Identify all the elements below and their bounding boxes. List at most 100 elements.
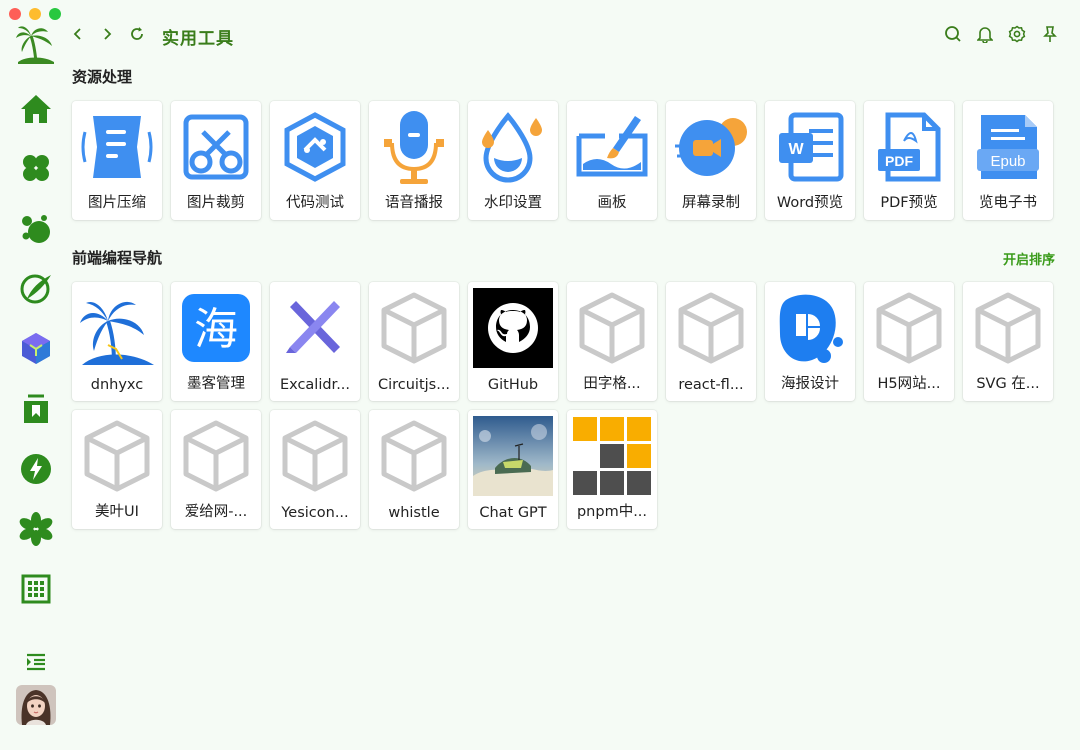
word-doc-icon: W	[770, 107, 850, 187]
tool-label: 览电子书	[979, 195, 1037, 211]
tool-label: 图片压缩	[88, 195, 146, 211]
box-placeholder-icon	[77, 416, 157, 496]
box-placeholder-icon	[671, 288, 751, 368]
link-label: 爱给网-...	[184, 504, 248, 520]
svg-text:PDF: PDF	[885, 153, 913, 169]
tool-card[interactable]: 画板	[567, 101, 657, 220]
svg-text:W: W	[788, 141, 804, 158]
search-icon[interactable]	[943, 24, 963, 44]
link-label: Circuitjs...	[377, 377, 451, 393]
avatar[interactable]	[16, 685, 56, 725]
microphone-icon	[374, 107, 454, 187]
tool-card[interactable]: PDF PDF预览	[864, 101, 954, 220]
brush-icon[interactable]	[18, 270, 54, 306]
home-icon[interactable]	[18, 91, 54, 127]
tool-label: 代码测试	[286, 195, 344, 211]
bookmark-icon[interactable]	[18, 391, 54, 427]
link-label: react-fl...	[678, 377, 744, 393]
tool-card[interactable]: 图片压缩	[72, 101, 162, 220]
gear-icon[interactable]	[1007, 24, 1027, 44]
tool-label: 屏幕录制	[682, 195, 740, 211]
tool-card[interactable]: 屏幕录制	[666, 101, 756, 220]
pdf-doc-icon: PDF	[869, 107, 949, 187]
link-card[interactable]: GitHub	[468, 282, 558, 401]
link-card[interactable]: 田字格...	[567, 282, 657, 401]
page-title: 实用工具	[162, 29, 234, 49]
svg-text:海: 海	[194, 304, 238, 355]
menu-indent-icon[interactable]	[18, 644, 54, 680]
link-label: 墨客管理	[187, 376, 245, 392]
tool-card[interactable]: 语音播报	[369, 101, 459, 220]
tool-label: 语音播报	[385, 195, 443, 211]
box-placeholder-icon	[374, 288, 454, 368]
toolbar: 实用工具	[72, 20, 1080, 50]
link-card[interactable]: H5网站...	[864, 282, 954, 401]
link-label: pnpm中...	[576, 504, 648, 520]
link-card[interactable]: whistle	[369, 410, 459, 529]
link-card[interactable]: Yesicon...	[270, 410, 360, 529]
screen-record-icon	[671, 107, 751, 187]
poster-design-icon	[770, 288, 850, 368]
link-card[interactable]: pnpm中...	[567, 410, 657, 529]
tool-card[interactable]: 水印设置	[468, 101, 558, 220]
svg-text:Epub: Epub	[990, 153, 1025, 170]
bubbles-icon[interactable]	[18, 211, 54, 247]
link-label: 海报设计	[781, 376, 839, 392]
tool-label: 水印设置	[484, 195, 542, 211]
link-label: 田字格...	[583, 376, 641, 392]
link-label: 美叶UI	[95, 504, 139, 520]
link-card[interactable]: 海 墨客管理	[171, 282, 261, 401]
link-card[interactable]: 海报设计	[765, 282, 855, 401]
box-placeholder-icon	[374, 416, 454, 496]
enable-sort-button[interactable]: 开启排序	[1003, 249, 1055, 268]
link-card[interactable]: 美叶UI	[72, 410, 162, 529]
paint-board-icon	[572, 107, 652, 187]
link-card[interactable]: react-fl...	[666, 282, 756, 401]
forward-button[interactable]	[97, 24, 117, 44]
pnpm-icon	[572, 416, 652, 496]
link-label: Excalidr...	[279, 377, 351, 393]
github-icon	[473, 288, 553, 368]
tool-card[interactable]: W Word预览	[765, 101, 855, 220]
tool-label: PDF预览	[880, 195, 938, 211]
link-card[interactable]: Circuitjs...	[369, 282, 459, 401]
link-card[interactable]: dnhyxc	[72, 282, 162, 401]
link-card[interactable]: Chat GPT	[468, 410, 558, 529]
water-drop-icon	[473, 107, 553, 187]
tool-card[interactable]: Epub 览电子书	[963, 101, 1053, 220]
box-placeholder-icon	[572, 288, 652, 368]
tool-label: 画板	[597, 195, 627, 211]
back-button[interactable]	[68, 24, 88, 44]
resource-tools-grid: 图片压缩 图片裁剪 代码测试 语音播报 水印设置 画板 屏幕录制 W Word预…	[72, 101, 1062, 220]
tool-card[interactable]: 代码测试	[270, 101, 360, 220]
app-window: 实用工具 资源处理 图片压缩 图片裁剪 代码测试 语音播报 水印设置 画板 屏幕…	[0, 0, 1080, 750]
tool-label: Word预览	[776, 195, 844, 211]
link-card[interactable]: 爱给网-...	[171, 410, 261, 529]
link-card[interactable]: Excalidr...	[270, 282, 360, 401]
image-compress-icon	[77, 107, 157, 187]
refresh-button[interactable]	[127, 24, 147, 44]
link-card[interactable]: SVG 在...	[963, 282, 1053, 401]
epub-icon: Epub	[968, 107, 1048, 187]
frontend-links-grid: dnhyxc 海 墨客管理 Excalidr... Circuitjs... G…	[72, 282, 1062, 529]
palm-logo-icon	[77, 288, 157, 368]
link-label: whistle	[388, 505, 440, 521]
box-placeholder-icon	[176, 416, 256, 496]
calendar-grid-icon[interactable]	[18, 571, 54, 607]
box-placeholder-icon	[869, 288, 949, 368]
link-label: GitHub	[487, 377, 539, 393]
asterisk-icon[interactable]	[18, 511, 54, 547]
link-label: dnhyxc	[90, 377, 144, 393]
app-logo-icon[interactable]	[14, 24, 58, 66]
link-label: H5网站...	[877, 376, 941, 392]
cube-icon[interactable]	[18, 330, 54, 366]
box-placeholder-icon	[968, 288, 1048, 368]
bell-icon[interactable]	[975, 24, 995, 44]
box-placeholder-icon	[275, 416, 355, 496]
pin-icon[interactable]	[1040, 24, 1060, 44]
tool-card[interactable]: 图片裁剪	[171, 101, 261, 220]
clover-icon[interactable]	[18, 150, 54, 186]
lightning-icon[interactable]	[18, 451, 54, 487]
tool-label: 图片裁剪	[187, 195, 245, 211]
hai-logo-icon: 海	[176, 288, 256, 368]
